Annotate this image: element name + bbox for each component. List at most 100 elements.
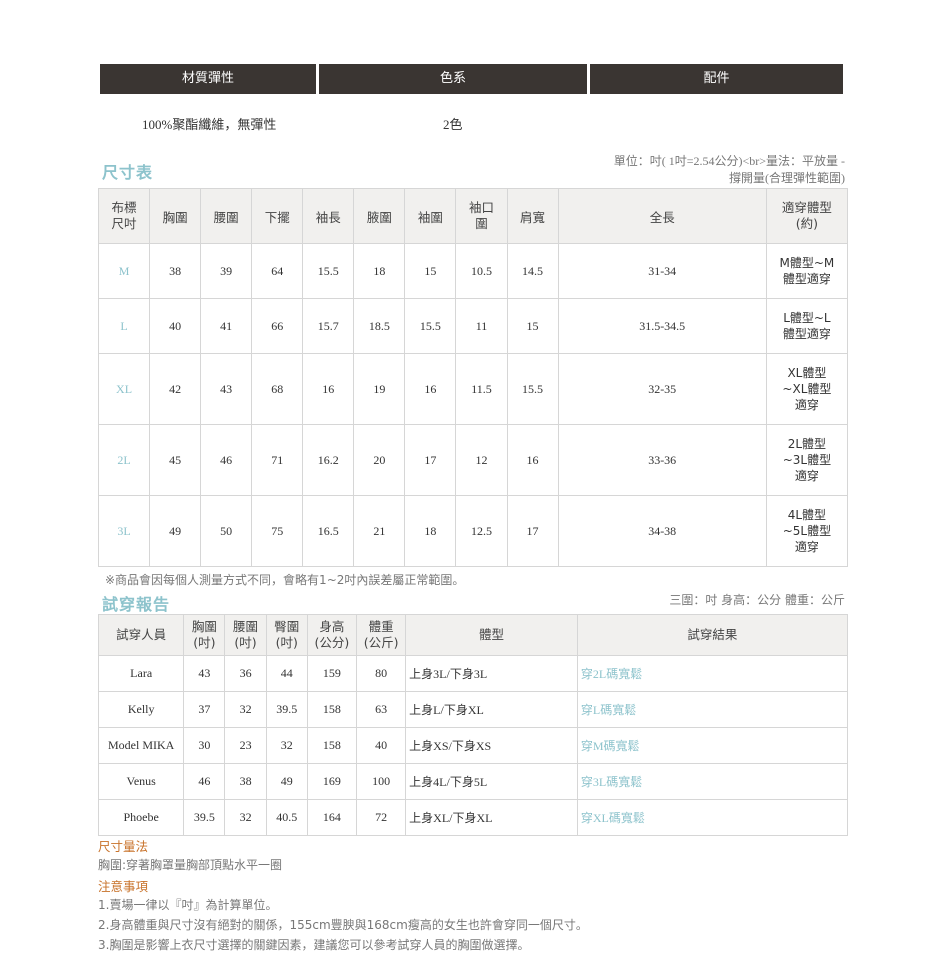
- size-header-cuff: 袖口圍: [455, 188, 508, 244]
- tester-result: 穿M碼寬鬆: [576, 727, 849, 764]
- size-fit: M體型~M體型適穿: [765, 243, 849, 299]
- size-chart-remark: ※商品會因每個人測量方式不同，會略有1~2吋內誤差屬正常範圍。: [105, 573, 465, 587]
- try-report-title: 試穿報告: [102, 595, 171, 614]
- try-report-table: 試穿人員 胸圍(吋) 腰圍(吋) 臀圍(吋) 身高(公分) 體重(公斤) 體型 …: [97, 614, 849, 836]
- size-cell: 33-36: [557, 424, 767, 496]
- size-header-length: 全長: [557, 188, 767, 244]
- try-header-row: 試穿人員 胸圍(吋) 腰圍(吋) 臀圍(吋) 身高(公分) 體重(公斤) 體型 …: [97, 614, 849, 656]
- size-fit: 4L體型~5L體型適穿: [765, 495, 849, 567]
- tester-body-type: 上身4L/下身5L: [405, 763, 578, 800]
- size-cell: 11.5: [455, 353, 508, 425]
- size-cell: 45: [149, 424, 202, 496]
- size-cell: 43: [200, 353, 253, 425]
- tester-weight: 100: [355, 763, 407, 800]
- notes-title: 注意事項: [98, 879, 149, 894]
- size-cell: 46: [200, 424, 253, 496]
- tester-height: 159: [306, 655, 357, 692]
- size-cell: 15.7: [302, 298, 355, 354]
- tester-height: 158: [306, 691, 357, 728]
- size-cell: 49: [149, 495, 202, 567]
- size-cell: 31.5-34.5: [557, 298, 767, 354]
- size-cell: 40: [149, 298, 202, 354]
- tester-result: 穿2L碼寬鬆: [576, 655, 849, 692]
- size-header-waist: 腰圍: [200, 188, 253, 244]
- try-report-unit-note: 三圍：吋 身高：公分 體重：公斤: [669, 593, 845, 607]
- try-row-kelly: Kelly 37 32 39.5 158 63 上身L/下身XL 穿L碼寬鬆: [97, 691, 849, 728]
- tester-waist: 32: [224, 691, 267, 728]
- try-header-height: 身高(公分): [306, 614, 357, 656]
- try-header-waist: 腰圍(吋): [224, 614, 267, 656]
- size-row-m: M 38 39 64 15.5 18 15 10.5 14.5 31-34 M體…: [97, 243, 849, 299]
- size-cell: 41: [200, 298, 253, 354]
- tester-waist: 23: [224, 727, 267, 764]
- note-item: 2.身高體重與尺寸沒有絕對的關係，155cm豐腴與168cm瘦高的女生也許會穿同…: [98, 918, 588, 932]
- size-header-sleeve-length: 袖長: [302, 188, 355, 244]
- size-header-sleeve-width: 袖圍: [404, 188, 457, 244]
- tester-body-type: 上身L/下身XL: [405, 691, 578, 728]
- tester-hip: 39.5: [265, 691, 308, 728]
- size-cell: 64: [251, 243, 304, 299]
- tester-body-type: 上身XL/下身XL: [405, 799, 578, 836]
- tester-name: Venus: [97, 763, 185, 800]
- tester-name: Kelly: [97, 691, 185, 728]
- tester-weight: 72: [355, 799, 407, 836]
- tester-hip: 44: [265, 655, 308, 692]
- size-header-bust: 胸圍: [149, 188, 202, 244]
- try-header-bust: 胸圍(吋): [183, 614, 226, 656]
- size-cell: 16: [404, 353, 457, 425]
- size-cell: 21: [353, 495, 406, 567]
- tester-waist: 36: [224, 655, 267, 692]
- size-cell: 17: [404, 424, 457, 496]
- tester-bust: 43: [183, 655, 226, 692]
- size-cell: 16.2: [302, 424, 355, 496]
- size-cell: 66: [251, 298, 304, 354]
- size-row-3l: 3L 49 50 75 16.5 21 18 12.5 17 34-38 4L體…: [97, 495, 849, 567]
- tester-height: 169: [306, 763, 357, 800]
- size-cell: 15: [506, 298, 559, 354]
- size-row-xl: XL 42 43 68 16 19 16 11.5 15.5 32-35 XL體…: [97, 353, 849, 425]
- tester-bust: 39.5: [183, 799, 226, 836]
- size-cell: 20: [353, 424, 406, 496]
- tester-weight: 80: [355, 655, 407, 692]
- header-accessory: 配件: [590, 64, 843, 94]
- tester-body-type: 上身XS/下身XS: [405, 727, 578, 764]
- size-cell: 71: [251, 424, 304, 496]
- tester-waist: 38: [224, 763, 267, 800]
- size-row-l: L 40 41 66 15.7 18.5 15.5 11 15 31.5-34.…: [97, 298, 849, 354]
- size-chart-unit-note: 單位：吋( 1吋=2.54公分)<br>量法：平放量 - 撐開量(合理彈性範圍): [613, 154, 845, 185]
- size-cell: 18: [404, 495, 457, 567]
- tester-result: 穿L碼寬鬆: [576, 691, 849, 728]
- tester-result: 穿XL碼寬鬆: [576, 799, 849, 836]
- tester-name: Lara: [97, 655, 185, 692]
- note-item: 1.賣場一律以『吋』為計算單位。: [98, 898, 278, 912]
- size-cell: 39: [200, 243, 253, 299]
- size-cell: 18: [353, 243, 406, 299]
- try-header-body-type: 體型: [405, 614, 578, 656]
- try-row-model-mika: Model MIKA 30 23 32 158 40 上身XS/下身XS 穿M碼…: [97, 727, 849, 764]
- size-cell: 10.5: [455, 243, 508, 299]
- tester-hip: 32: [265, 727, 308, 764]
- size-cell: 31-34: [557, 243, 767, 299]
- product-info-header: 材質彈性 色系 配件: [100, 64, 843, 94]
- size-fit: L體型~L體型適穿: [765, 298, 849, 354]
- tester-weight: 40: [355, 727, 407, 764]
- size-cell: 50: [200, 495, 253, 567]
- tester-bust: 46: [183, 763, 226, 800]
- try-header-result: 試穿結果: [576, 614, 849, 656]
- size-cell: 15.5: [302, 243, 355, 299]
- size-cell: 12: [455, 424, 508, 496]
- size-cell: 16: [302, 353, 355, 425]
- header-material: 材質彈性: [100, 64, 316, 94]
- size-cell: 16: [506, 424, 559, 496]
- size-cell: 11: [455, 298, 508, 354]
- size-header-shoulder: 肩寬: [506, 188, 559, 244]
- tester-hip: 40.5: [265, 799, 308, 836]
- tester-name: Phoebe: [97, 799, 185, 836]
- size-cell: 32-35: [557, 353, 767, 425]
- size-label: L: [97, 298, 151, 354]
- size-label: 2L: [97, 424, 151, 496]
- size-cell: 34-38: [557, 495, 767, 567]
- tester-weight: 63: [355, 691, 407, 728]
- size-cell: 18.5: [353, 298, 406, 354]
- size-label: M: [97, 243, 151, 299]
